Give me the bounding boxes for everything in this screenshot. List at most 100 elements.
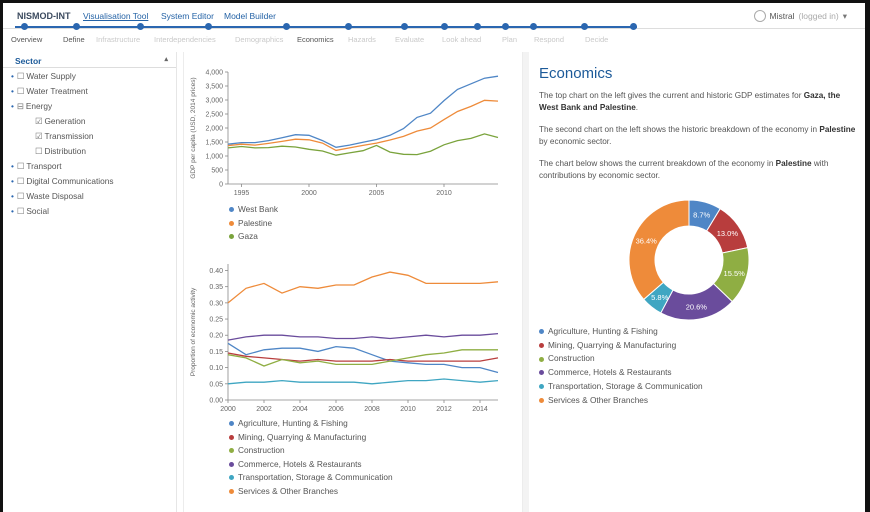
step-demographics[interactable]: Demographics bbox=[235, 35, 283, 44]
step-evaluate[interactable]: Evaluate bbox=[395, 35, 424, 44]
slice-value-label: 5.8% bbox=[651, 293, 668, 302]
legend-label: West Bank bbox=[238, 204, 278, 214]
sidebar-item-label: Digital Communications bbox=[26, 176, 114, 186]
legend-label: Gaza bbox=[238, 231, 258, 241]
checkbox-icon[interactable]: ⊟ bbox=[17, 101, 24, 111]
sidebar-item-transport[interactable]: • ☐ Transport bbox=[11, 161, 62, 171]
checkbox-icon[interactable]: ☐ bbox=[35, 146, 42, 156]
nav-system-editor[interactable]: System Editor bbox=[161, 11, 214, 21]
info-panel: Economics The top chart on the left give… bbox=[529, 52, 865, 512]
y-tick-label: 0.10 bbox=[209, 365, 223, 372]
step-dot bbox=[474, 23, 481, 30]
series-line-gaza bbox=[227, 133, 499, 156]
legend-label: Agriculture, Hunting & Fishing bbox=[238, 418, 348, 428]
step-respond[interactable]: Respond bbox=[534, 35, 564, 44]
legend-item[interactable]: Commerce, Hotels & Restaurants bbox=[539, 367, 672, 377]
bullet-icon: • bbox=[11, 86, 14, 96]
x-tick-label: 2005 bbox=[369, 190, 385, 197]
slice-value-label: 13.0% bbox=[717, 229, 739, 238]
step-look-ahead[interactable]: Look ahead bbox=[442, 35, 481, 44]
sidebar-item-energy[interactable]: • ⊟ Energy bbox=[11, 101, 52, 111]
step-decide[interactable]: Decide bbox=[585, 35, 608, 44]
legend-dot bbox=[229, 434, 234, 440]
y-axis-label: Proportion of economic activity bbox=[190, 287, 197, 376]
sidebar-item-label: Transmission bbox=[44, 131, 94, 141]
legend-item[interactable]: Agriculture, Hunting & Fishing bbox=[539, 326, 658, 336]
legend-item[interactable]: Transportation, Storage & Communication bbox=[229, 472, 393, 482]
step-plan[interactable]: Plan bbox=[502, 35, 517, 44]
legend-item[interactable]: Gaza bbox=[229, 231, 258, 241]
step-dot bbox=[205, 23, 212, 30]
step-define[interactable]: Define bbox=[63, 35, 85, 44]
sidebar-header[interactable]: Sector ▴ bbox=[3, 52, 176, 68]
legend-item[interactable]: Services & Other Branches bbox=[229, 486, 338, 496]
sidebar-item-label: Water Treatment bbox=[26, 86, 88, 96]
sidebar-item-water-treatment[interactable]: • ☐ Water Treatment bbox=[11, 86, 88, 96]
user-menu[interactable]: Mistral (logged in) ▾ bbox=[753, 10, 847, 22]
legend-item[interactable]: West Bank bbox=[229, 204, 278, 214]
checkbox-icon[interactable]: ☑ bbox=[35, 131, 42, 141]
checkbox-icon[interactable]: ☐ bbox=[17, 86, 24, 96]
legend-label: Mining, Quarrying & Manufacturing bbox=[238, 431, 367, 442]
legend-dot bbox=[229, 207, 234, 213]
legend-item[interactable]: Palestine bbox=[229, 218, 272, 228]
slice-value-label: 20.6% bbox=[686, 302, 708, 311]
legend-item[interactable]: Services & Other Branches bbox=[539, 395, 648, 405]
bullet-icon: • bbox=[11, 101, 14, 111]
x-tick-label: 2000 bbox=[301, 190, 317, 197]
sidebar-item-transmission[interactable]: ☑ Transmission bbox=[35, 131, 93, 141]
checkbox-icon[interactable]: ☐ bbox=[17, 71, 24, 81]
sidebar-item-digital-communications[interactable]: • ☐ Digital Communications bbox=[11, 176, 114, 186]
sidebar-item-distribution[interactable]: ☐ Distribution bbox=[35, 146, 86, 156]
sidebar-item-water-supply[interactable]: • ☐ Water Supply bbox=[11, 71, 76, 81]
checkbox-icon[interactable]: ☐ bbox=[17, 191, 24, 201]
legend-item[interactable]: Construction bbox=[229, 445, 285, 455]
sidebar-item-label: Generation bbox=[44, 116, 86, 126]
x-tick-label: 2014 bbox=[472, 406, 488, 413]
series-line-mining-quarrying-manufacturing bbox=[227, 352, 499, 362]
step-economics[interactable]: Economics bbox=[297, 35, 334, 44]
legend-item[interactable]: Commerce, Hotels & Restaurants bbox=[229, 459, 362, 469]
step-hazards[interactable]: Hazards bbox=[348, 35, 376, 44]
sidebar-item-social[interactable]: • ☐ Social bbox=[11, 206, 49, 216]
y-tick-label: 2,500 bbox=[205, 112, 223, 119]
legend-dot bbox=[229, 448, 234, 454]
legend-label: Commerce, Hotels & Restaurants bbox=[238, 458, 362, 469]
y-tick-label: 0.35 bbox=[209, 284, 223, 291]
nav-visualisation-tool[interactable]: Visualisation Tool bbox=[83, 11, 148, 21]
step-dot bbox=[630, 23, 637, 30]
step-interdependencies[interactable]: Interdependencies bbox=[154, 35, 216, 44]
y-axis-label: GDP per capita (USD, 2014 prices) bbox=[190, 77, 197, 178]
legend-item[interactable]: Transportation, Storage & Communication bbox=[539, 381, 703, 391]
legend-item[interactable]: Mining, Quarrying & Manufacturing bbox=[539, 340, 676, 350]
checkbox-icon[interactable]: ☑ bbox=[35, 116, 42, 126]
step-overview[interactable]: Overview bbox=[11, 35, 42, 44]
paragraph-current: The chart below shows the current breakd… bbox=[539, 159, 829, 180]
checkbox-icon[interactable]: ☐ bbox=[17, 206, 24, 216]
gdp-line-chart: 0 500 1,000 1,500 2,000 2,500 3,000 3,500 4,000 1… bbox=[190, 70, 499, 197]
step-infrastructure[interactable]: Infrastructure bbox=[96, 35, 140, 44]
legend-item[interactable]: Mining, Quarrying & Manufacturing bbox=[229, 432, 366, 442]
step-dot bbox=[502, 23, 509, 30]
sidebar-item-label: Water Supply bbox=[26, 71, 76, 81]
checkbox-icon[interactable]: ☐ bbox=[17, 161, 24, 171]
bullet-icon: • bbox=[11, 206, 14, 216]
legend-item[interactable]: Agriculture, Hunting & Fishing bbox=[229, 418, 348, 428]
legend-label: Mining, Quarrying & Manufacturing bbox=[548, 339, 677, 350]
nav-model-builder[interactable]: Model Builder bbox=[224, 11, 276, 21]
donut-slice-services-other-branches[interactable] bbox=[628, 199, 690, 301]
legend-label: Services & Other Branches bbox=[548, 394, 649, 405]
sidebar-item-label: Energy bbox=[25, 101, 53, 111]
sidebar-item-generation[interactable]: ☑ Generation bbox=[35, 116, 86, 126]
legend-label: Construction bbox=[548, 353, 595, 364]
y-tick-label: 2,000 bbox=[205, 126, 223, 133]
legend-item[interactable]: Construction bbox=[539, 353, 595, 363]
step-dot bbox=[581, 23, 588, 30]
y-tick-label: 0.15 bbox=[209, 349, 223, 356]
legend-dot bbox=[229, 461, 234, 467]
step-dot bbox=[345, 23, 352, 30]
sidebar-item-waste-disposal[interactable]: • ☐ Waste Disposal bbox=[11, 191, 84, 201]
checkbox-icon[interactable]: ☐ bbox=[17, 176, 24, 186]
legend-label: Services & Other Branches bbox=[238, 485, 339, 496]
slice-value-label: 15.5% bbox=[724, 269, 746, 278]
